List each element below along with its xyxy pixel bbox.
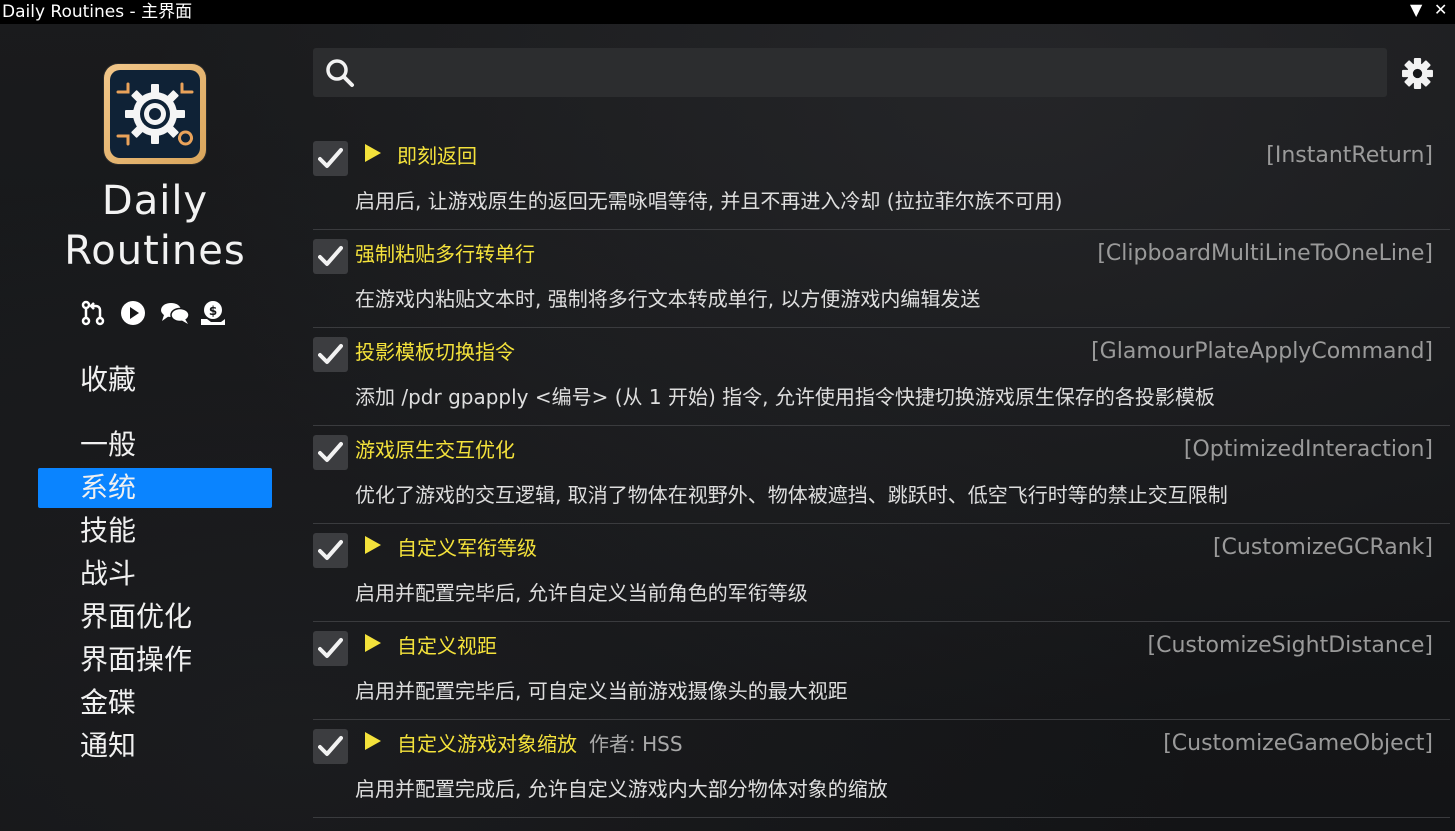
sidebar-item[interactable]: 通知 <box>38 726 272 766</box>
sidebar-item[interactable]: 技能 <box>38 511 272 551</box>
sidebar-item[interactable]: 收藏 <box>38 360 272 400</box>
search-bar <box>313 48 1387 99</box>
app-name-line2: Routines <box>64 228 246 274</box>
module-row: 自定义军衔等级 [CustomizeGCRank] 启用并配置完毕后, 允许自定义当… <box>313 523 1450 622</box>
app-logo <box>104 64 206 164</box>
expand-arrow-icon[interactable] <box>365 634 381 652</box>
sidebar-item[interactable]: 金碟 <box>38 683 272 723</box>
collapse-icon[interactable]: ▼ <box>1410 0 1422 20</box>
play-circle-icon[interactable] <box>120 300 146 326</box>
expand-arrow-icon[interactable] <box>365 144 381 162</box>
module-id: [OptimizedInteraction] <box>1183 437 1433 462</box>
module-title-wrap: 自定义游戏对象缩放 作者: HSS <box>397 729 683 759</box>
git-pull-request-icon[interactable] <box>80 300 106 326</box>
module-title-wrap: 自定义军衔等级 <box>397 533 537 563</box>
checkmark-icon <box>318 148 343 168</box>
module-description: 启用后, 让游戏原生的返回无需咏唱等待, 并且不再进入冷却 (拉拉菲尔族不可用) <box>355 189 1063 213</box>
search-input[interactable] <box>363 48 1377 99</box>
enable-checkbox[interactable] <box>313 141 348 176</box>
module-row: 强制粘贴多行转单行 [ClipboardMultiLineToOneLine] 在游… <box>313 229 1450 328</box>
module-description: 在游戏内粘贴文本时, 强制将多行文本转成单行, 以方便游戏内编辑发送 <box>355 287 981 311</box>
module-title-wrap: 游戏原生交互优化 <box>355 435 515 465</box>
module-description: 启用并配置完毕后, 允许自定义当前角色的军衔等级 <box>355 581 808 605</box>
checkmark-icon <box>318 246 343 266</box>
expand-arrow-icon[interactable] <box>365 536 381 554</box>
close-icon[interactable]: ✕ <box>1434 0 1447 20</box>
donate-icon[interactable]: $ <box>200 300 226 326</box>
module-author: 作者: HSS <box>589 732 683 756</box>
checkmark-icon <box>318 344 343 364</box>
sidebar-item[interactable]: 界面操作 <box>38 640 272 680</box>
enable-checkbox[interactable] <box>313 435 348 470</box>
module-row: 自定义视距 [CustomizeSightDistance] 启用并配置完毕后, 可… <box>313 621 1450 720</box>
sidebar-item[interactable]: 战斗 <box>38 554 272 594</box>
enable-checkbox[interactable] <box>313 729 348 764</box>
module-id: [ClipboardMultiLineToOneLine] <box>1097 241 1433 266</box>
module-description: 启用并配置完毕后, 可自定义当前游戏摄像头的最大视距 <box>355 679 848 703</box>
module-id: [GlamourPlateApplyCommand] <box>1091 339 1433 364</box>
checkmark-icon <box>318 442 343 462</box>
enable-checkbox[interactable] <box>313 631 348 666</box>
module-title[interactable]: 自定义军衔等级 <box>397 536 537 560</box>
checkmark-icon <box>318 540 343 560</box>
chat-bubbles-icon[interactable] <box>160 300 190 326</box>
sidebar-link-icons: $ <box>80 300 226 328</box>
enable-checkbox[interactable] <box>313 337 348 372</box>
module-title[interactable]: 投影模板切换指令 <box>355 340 515 364</box>
module-id: [InstantReturn] <box>1266 143 1433 168</box>
window-titlebar: Daily Routines - 主界面 ▼ ✕ <box>0 0 1455 24</box>
enable-checkbox[interactable] <box>313 239 348 274</box>
module-description: 添加 /pdr gpapply <编号> (从 1 开始) 指令, 允许使用指令… <box>355 385 1215 409</box>
module-row: 游戏原生交互优化 [OptimizedInteraction] 优化了游戏的交互逻辑… <box>313 425 1450 524</box>
sidebar-item[interactable]: 系统 <box>38 468 272 508</box>
module-title-wrap: 自定义视距 <box>397 631 497 661</box>
module-title[interactable]: 游戏原生交互优化 <box>355 438 515 462</box>
search-icon <box>326 59 354 87</box>
expand-arrow-icon[interactable] <box>365 732 381 750</box>
module-row: 投影模板切换指令 [GlamourPlateApplyCommand] 添加 /pd… <box>313 327 1450 426</box>
module-id: [CustomizeGCRank] <box>1212 535 1433 560</box>
module-description: 优化了游戏的交互逻辑, 取消了物体在视野外、物体被遮挡、跳跃时、低空飞行时等的禁… <box>355 483 1228 507</box>
module-title-wrap: 即刻返回 <box>397 141 477 171</box>
module-title[interactable]: 自定义视距 <box>397 634 497 658</box>
sidebar-item[interactable]: 界面优化 <box>38 597 272 637</box>
sidebar-item[interactable]: 一般 <box>38 425 272 465</box>
module-title[interactable]: 自定义游戏对象缩放 <box>397 732 577 756</box>
enable-checkbox[interactable] <box>313 533 348 568</box>
module-row: 即刻返回 [InstantReturn] 启用后, 让游戏原生的返回无需咏唱等待, … <box>313 131 1450 230</box>
module-title[interactable]: 即刻返回 <box>397 144 477 168</box>
module-description: 启用并配置完成后, 允许自定义游戏内大部分物体对象的缩放 <box>355 777 888 801</box>
svg-text:$: $ <box>209 304 217 318</box>
checkmark-icon <box>318 638 343 658</box>
module-id: [CustomizeSightDistance] <box>1147 633 1433 658</box>
window-title: Daily Routines - 主界面 <box>2 2 193 22</box>
module-title[interactable]: 强制粘贴多行转单行 <box>355 242 535 266</box>
app-name-line1: Daily <box>101 178 209 224</box>
checkmark-icon <box>318 736 343 756</box>
module-id: [CustomizeGameObject] <box>1163 731 1433 756</box>
module-title-wrap: 投影模板切换指令 <box>355 337 515 367</box>
module-title-wrap: 强制粘贴多行转单行 <box>355 239 535 269</box>
settings-gear-icon[interactable] <box>1401 57 1434 90</box>
module-row: 自定义游戏对象缩放 作者: HSS [CustomizeGameObject] 启用并… <box>313 719 1450 818</box>
